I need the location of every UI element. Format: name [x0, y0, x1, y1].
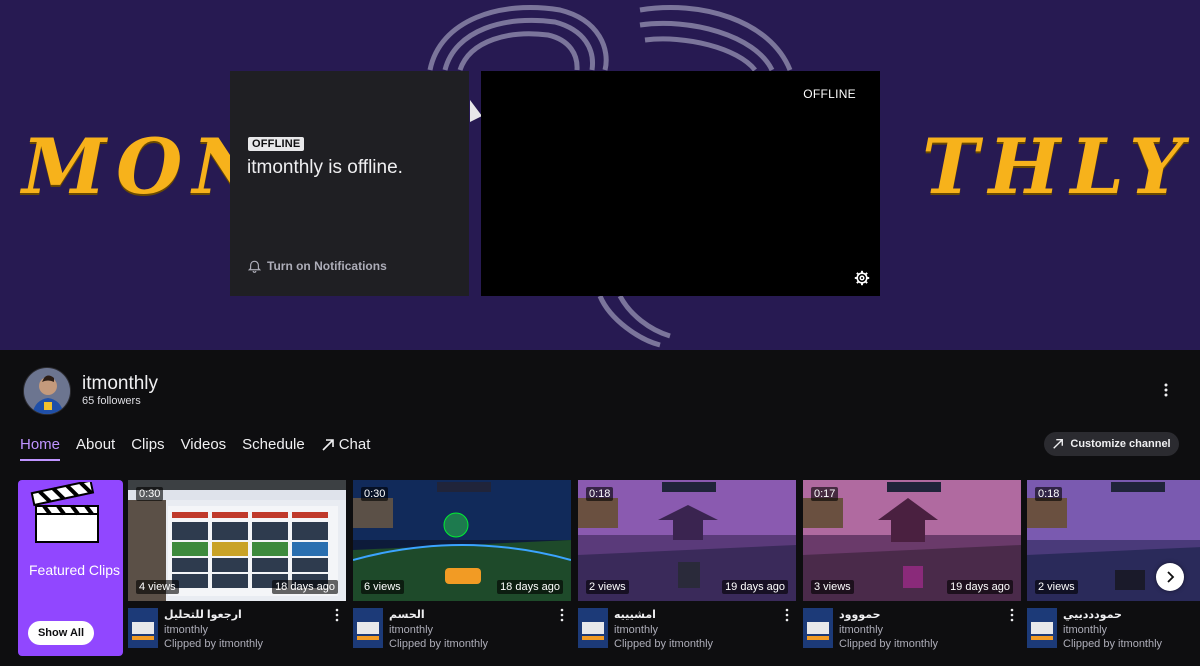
channel-name[interactable]: itmonthly	[82, 373, 158, 395]
clip-duration: 0:17	[811, 487, 839, 501]
clip-clipped-by: Clipped by itmonthly	[839, 638, 939, 650]
offline-badge: OFFLINE	[248, 137, 305, 151]
clip-thumbnail[interactable]: 0:17 3 views 19 days ago	[803, 480, 1021, 601]
clip-clipped-by: Clipped by itmonthly	[614, 638, 714, 650]
offline-message: itmonthly is offline.	[247, 157, 403, 178]
clip-thumbnail[interactable]: 0:30 4 views 18 days ago	[128, 480, 346, 601]
clip-channel[interactable]: itmonthly	[164, 624, 208, 636]
clip-views: 3 views	[811, 580, 854, 594]
tab-about[interactable]: About	[76, 436, 115, 461]
clip-card[interactable]: 0:30 4 views 18 days ago ارجعوا للتحليل …	[128, 480, 346, 666]
bell-icon	[248, 260, 261, 273]
clip-age: 18 days ago	[272, 580, 338, 594]
vertical-dots-icon[interactable]	[782, 608, 792, 622]
tab-videos[interactable]: Videos	[181, 436, 227, 461]
arrow-up-right-icon	[322, 438, 334, 451]
channel-tabs: Home About Clips Videos Schedule Chat	[20, 436, 370, 461]
clip-age: 18 days ago	[497, 580, 563, 594]
featured-clips-title: Featured Clips	[29, 562, 121, 578]
clip-channel[interactable]: itmonthly	[839, 624, 883, 636]
vertical-dots-icon[interactable]	[332, 608, 342, 622]
gear-icon[interactable]	[854, 270, 870, 286]
channel-banner: MON THLY OFFLINE itmonthly is offline. T…	[0, 0, 1200, 350]
game-boxart[interactable]	[578, 608, 608, 648]
customize-channel-button[interactable]: Customize channel	[1044, 432, 1179, 456]
clip-title[interactable]: امشيييه	[614, 608, 656, 621]
clip-channel[interactable]: itmonthly	[1063, 624, 1107, 636]
offline-card: OFFLINE itmonthly is offline. Turn on No…	[230, 71, 469, 296]
turn-on-notifications-button[interactable]: Turn on Notifications	[248, 259, 387, 273]
clip-clipped-by: Clipped by itmonthly	[1063, 638, 1163, 650]
tab-chat[interactable]: Chat	[321, 436, 370, 461]
clip-card[interactable]: 0:30 6 views 18 days ago الحسم itmonthly…	[353, 480, 571, 666]
clip-views: 4 views	[136, 580, 179, 594]
clip-card[interactable]: 0:18 2 views 19 days ago امشيييه itmonth…	[578, 480, 796, 666]
game-boxart[interactable]	[1027, 608, 1057, 648]
clip-duration: 0:30	[136, 487, 164, 501]
clip-age: 19 days ago	[947, 580, 1013, 594]
clip-title[interactable]: ارجعوا للتحليل	[164, 608, 242, 621]
follower-count: 65 followers	[82, 395, 141, 407]
clip-age: 19 days ago	[722, 580, 788, 594]
clip-channel[interactable]: itmonthly	[389, 624, 433, 636]
video-player[interactable]: OFFLINE	[481, 71, 880, 296]
channel-avatar[interactable]	[23, 367, 71, 415]
show-all-button[interactable]: Show All	[28, 621, 94, 645]
clip-views: 6 views	[361, 580, 404, 594]
arrow-up-right-icon	[1053, 439, 1064, 449]
clip-thumbnail[interactable]: 0:30 6 views 18 days ago	[353, 480, 571, 601]
vertical-dots-icon[interactable]	[557, 608, 567, 622]
vertical-dots-icon	[1164, 383, 1168, 397]
clip-channel[interactable]: itmonthly	[614, 624, 658, 636]
carousel-next-button[interactable]	[1156, 563, 1184, 591]
channel-more-button[interactable]	[1156, 380, 1176, 400]
clip-duration: 0:18	[586, 487, 614, 501]
clip-title[interactable]: حمووود	[839, 608, 881, 621]
tab-clips[interactable]: Clips	[131, 436, 164, 461]
clip-views: 2 views	[586, 580, 629, 594]
clip-card[interactable]: 0:17 3 views 19 days ago حمووود itmonthl…	[803, 480, 1021, 666]
clip-thumbnail[interactable]: 0:18 2 views 19 days ago	[578, 480, 796, 601]
clip-title[interactable]: الحسم	[389, 608, 425, 621]
clapperboard-icon	[30, 482, 99, 543]
tab-schedule[interactable]: Schedule	[242, 436, 305, 461]
clip-clipped-by: Clipped by itmonthly	[389, 638, 489, 650]
clip-title[interactable]: حمودددييي	[1063, 608, 1122, 621]
featured-clips-card[interactable]: Featured Clips Show All	[18, 480, 123, 656]
chevron-right-icon	[1167, 571, 1175, 583]
clip-duration: 0:30	[361, 487, 389, 501]
game-boxart[interactable]	[353, 608, 383, 648]
tab-home[interactable]: Home	[20, 436, 61, 461]
clip-clipped-by: Clipped by itmonthly	[164, 638, 264, 650]
banner-text-right: THLY	[922, 122, 1194, 211]
game-boxart[interactable]	[803, 608, 833, 648]
clip-views: 2 views	[1035, 580, 1078, 594]
vertical-dots-icon[interactable]	[1007, 608, 1017, 622]
game-boxart[interactable]	[128, 608, 158, 648]
notifications-label: Turn on Notifications	[267, 259, 387, 273]
clip-duration: 0:18	[1035, 487, 1063, 501]
player-offline-label: OFFLINE	[803, 87, 856, 101]
